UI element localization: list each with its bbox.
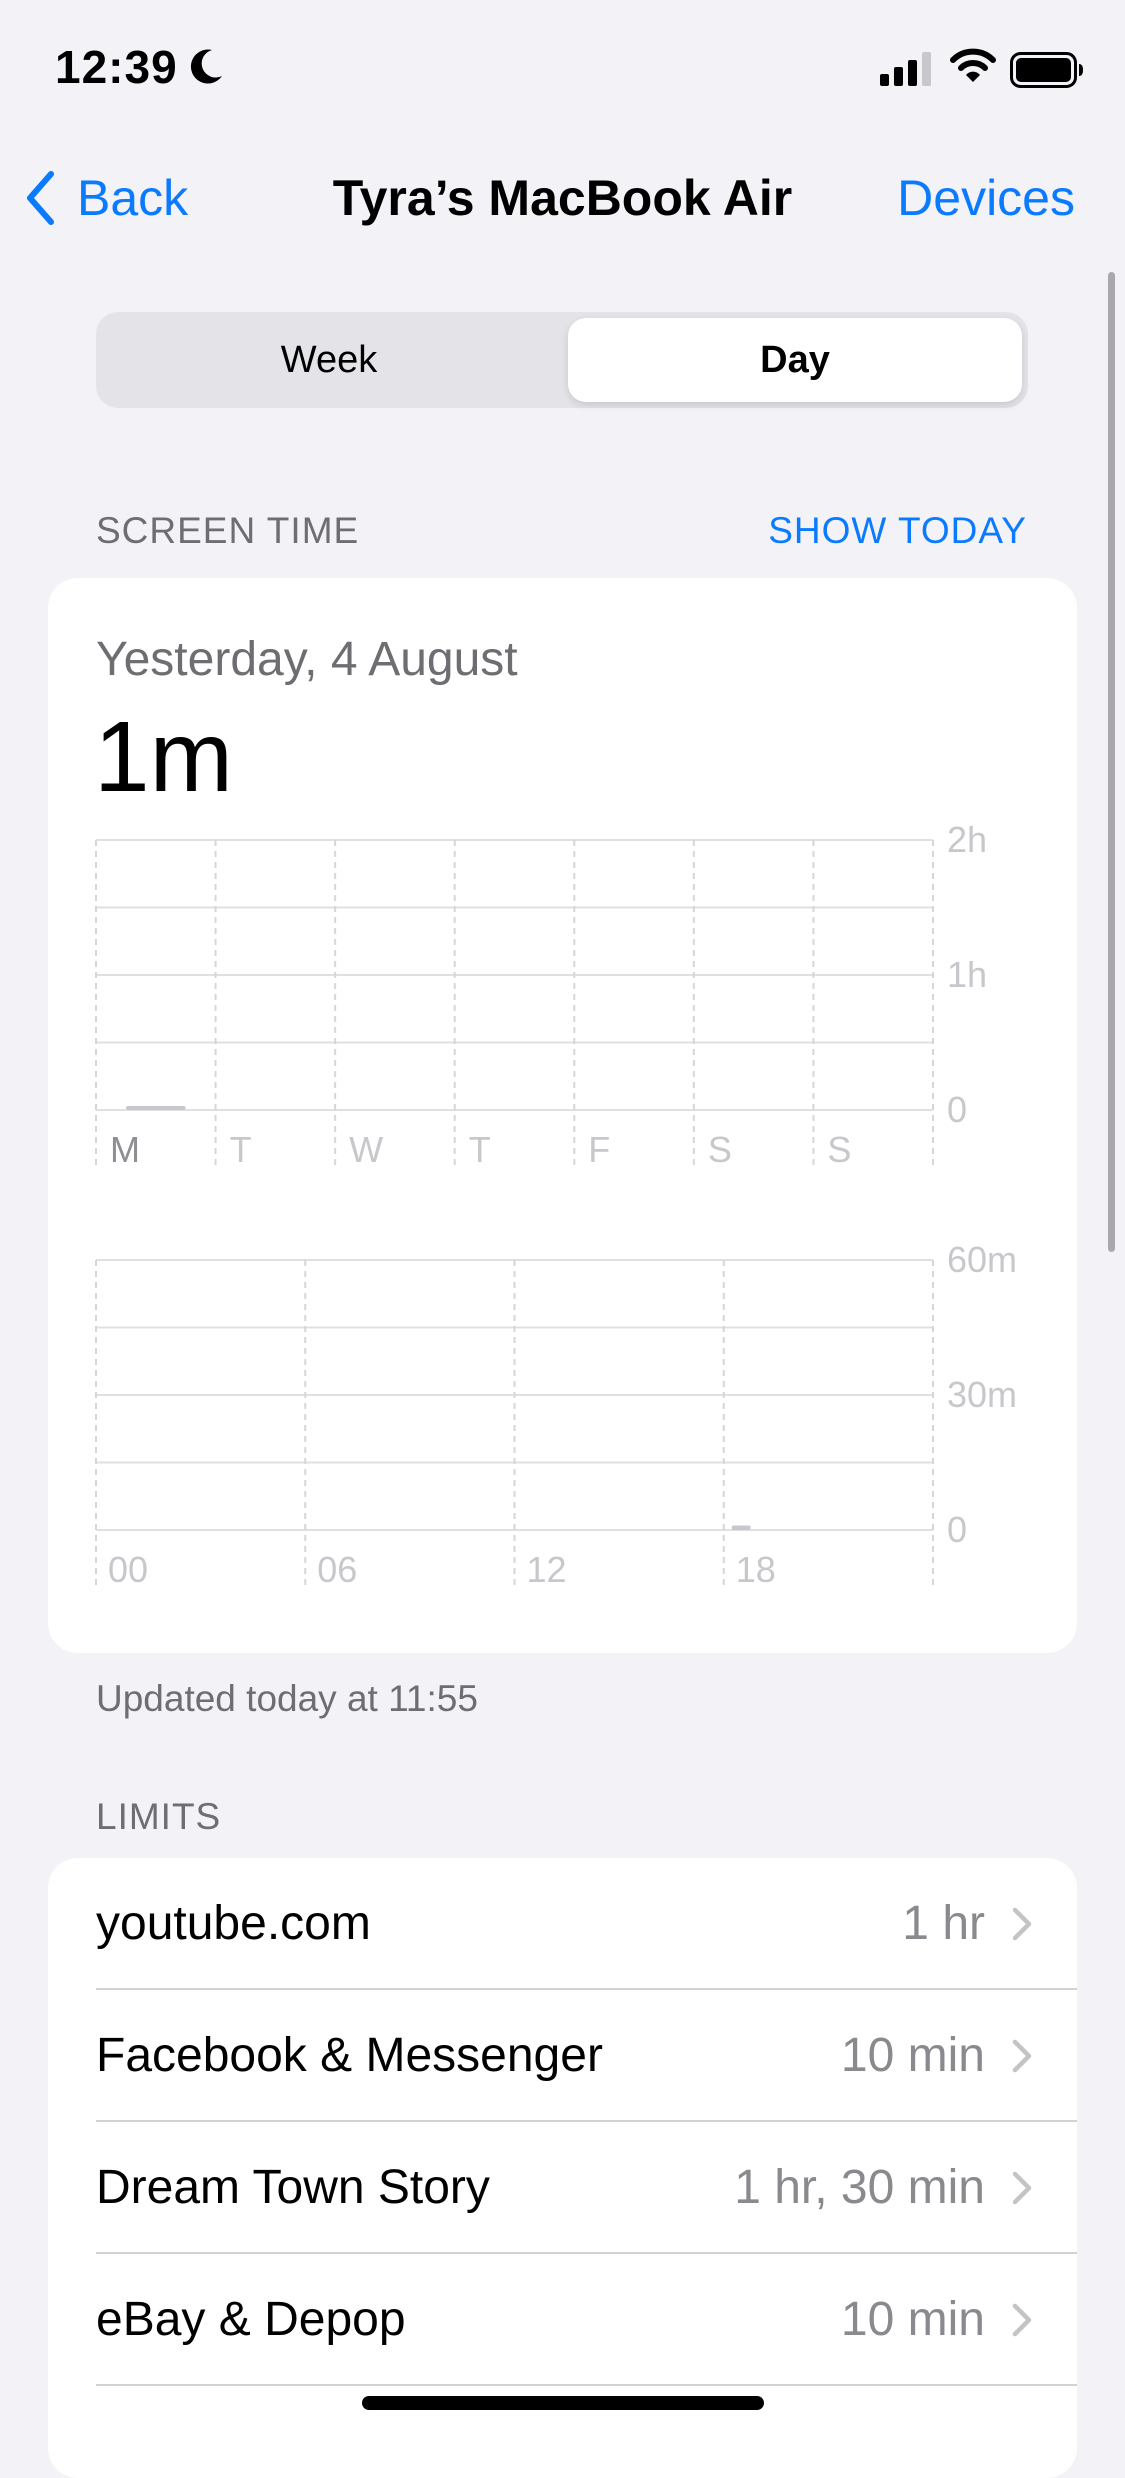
y-tick-label: 2h [947,819,987,860]
row-divider [96,2384,1077,2386]
x-tick-label: S [827,1129,851,1170]
x-tick-label: W [349,1129,383,1170]
limit-row[interactable]: eBay & Depop 10 min [48,2254,1077,2386]
x-tick-label: 06 [317,1549,357,1590]
limit-row[interactable]: youtube.com 1 hr [48,1858,1077,1990]
y-tick-label: 60m [947,1239,1017,1280]
weekly-usage-chart[interactable]: 0 1h 2h M T W T F S S [0,800,1125,1200]
total-screen-time: 1m [94,701,233,813]
bar-day-0 [126,1106,186,1110]
limit-name: eBay & Depop [96,2293,406,2346]
wifi-icon [950,48,996,82]
home-indicator[interactable] [362,2396,764,2410]
x-tick-label: 00 [108,1549,148,1590]
updated-timestamp: Updated today at 11:55 [96,1678,478,1719]
bar-hour-18 [731,1525,751,1530]
y-tick-label: 1h [947,954,987,995]
x-tick-label: T [469,1129,491,1170]
limit-name: youtube.com [96,1897,371,1950]
devices-button[interactable]: Devices [897,168,1075,228]
x-tick-label: 18 [736,1549,776,1590]
back-label: Back [77,170,189,226]
x-tick-label: S [708,1129,732,1170]
chevron-right-icon [1012,2171,1032,2205]
chevron-right-icon [1012,1907,1032,1941]
limit-row[interactable]: Facebook & Messenger 10 min [48,1990,1077,2122]
show-today-button[interactable]: SHOW TODAY [768,510,1027,552]
x-tick-label: M [110,1129,140,1170]
limits-list: youtube.com 1 hr Facebook & Messenger 10 mi… [48,1858,1077,2478]
screen-time-section-label: SCREEN TIME [96,510,360,551]
cellular-signal-icon [880,52,931,86]
limits-section-label: LIMITS [96,1796,222,1837]
y-tick-label: 0 [947,1509,967,1550]
limit-name: Facebook & Messenger [96,2029,603,2082]
x-tick-label: 12 [527,1549,567,1590]
x-tick-label: T [230,1129,252,1170]
limit-row[interactable]: Dream Town Story 1 hr, 30 min [48,2122,1077,2254]
scroll-indicator[interactable] [1108,272,1115,1252]
chevron-left-icon [27,171,54,225]
y-tick-label: 30m [947,1374,1017,1415]
limit-name: Dream Town Story [96,2161,490,2214]
date-label: Yesterday, 4 August [96,633,518,686]
limit-value: 1 hr, 30 min [734,2161,985,2214]
week-day-segmented-control: Week Day [96,312,1028,408]
segment-day[interactable]: Day [568,318,1022,402]
segment-week[interactable]: Week [102,318,556,402]
x-tick-label: F [588,1129,610,1170]
chevron-right-icon [1012,2039,1032,2073]
hourly-usage-chart[interactable]: 0 30m 60m 00 06 12 18 [0,1220,1125,1620]
limit-value: 10 min [840,2029,985,2082]
status-time: 12:39 [55,41,178,93]
limit-value: 1 hr [902,1897,985,1950]
back-button[interactable]: Back [25,168,188,228]
y-tick-label: 0 [947,1089,967,1130]
chevron-right-icon [1012,2303,1032,2337]
battery-icon [1010,52,1083,88]
moon-icon [190,49,222,84]
limit-value: 10 min [840,2293,985,2346]
